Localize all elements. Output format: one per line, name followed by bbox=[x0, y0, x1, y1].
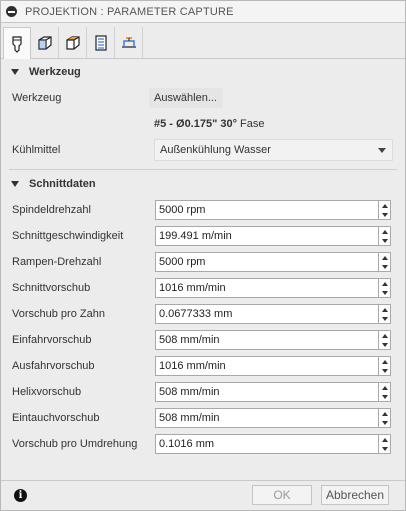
tool-description-row: #5 - Ø0.175" 30° Fase bbox=[1, 111, 405, 137]
spinner[interactable] bbox=[379, 408, 391, 428]
spin-down-icon[interactable] bbox=[379, 288, 390, 297]
spinner[interactable] bbox=[379, 278, 391, 298]
passes-sheet-icon bbox=[94, 34, 107, 51]
tab-geometry[interactable] bbox=[31, 27, 59, 58]
field-row: Schnittvorschub 1016 mm/min bbox=[1, 275, 405, 301]
field-row: Vorschub pro Zahn 0.0677333 mm bbox=[1, 301, 405, 327]
spinner[interactable] bbox=[379, 252, 391, 272]
dialog-footer: i OK Abbrechen bbox=[1, 480, 405, 510]
tool-icon bbox=[12, 35, 22, 53]
cancel-button[interactable]: Abbrechen bbox=[321, 485, 389, 505]
spinner[interactable] bbox=[379, 200, 391, 220]
linking-icon bbox=[121, 36, 136, 48]
field-label: Einfahrvorschub bbox=[12, 334, 92, 346]
expand-triangle-icon[interactable] bbox=[11, 181, 19, 187]
spin-up-icon[interactable] bbox=[379, 253, 390, 262]
spin-up-icon[interactable] bbox=[379, 331, 390, 340]
field-input[interactable]: 508 mm/min bbox=[155, 330, 379, 350]
field-input[interactable]: 508 mm/min bbox=[155, 382, 379, 402]
dialog-content: Werkzeug Werkzeug Auswählen... #5 - Ø0.1… bbox=[1, 62, 405, 457]
field-label: Spindeldrehzahl bbox=[12, 204, 91, 216]
dialog: PROJEKTION : PARAMETER CAPTURE Werkzeug … bbox=[0, 0, 406, 511]
tool-type: Fase bbox=[237, 118, 265, 130]
field-label: Schnittgeschwindigkeit bbox=[12, 230, 124, 242]
collapse-icon[interactable] bbox=[6, 6, 17, 17]
field-row: Vorschub pro Umdrehung 0.1016 mm bbox=[1, 431, 405, 457]
select-tool-button[interactable]: Auswählen... bbox=[149, 88, 223, 108]
spin-down-icon[interactable] bbox=[379, 392, 390, 401]
field-row: Schnittgeschwindigkeit 199.491 m/min bbox=[1, 223, 405, 249]
field-row: Eintauchvorschub 508 mm/min bbox=[1, 405, 405, 431]
spin-down-icon[interactable] bbox=[379, 210, 390, 219]
heights-cube-icon bbox=[65, 35, 80, 50]
info-icon[interactable]: i bbox=[14, 489, 27, 502]
field-row: Ausfahrvorschub 1016 mm/min bbox=[1, 353, 405, 379]
tool-label: Werkzeug bbox=[12, 92, 62, 104]
spin-down-icon[interactable] bbox=[379, 314, 390, 323]
field-input[interactable]: 508 mm/min bbox=[155, 408, 379, 428]
tab-passes[interactable] bbox=[87, 27, 115, 58]
section-title: Schnittdaten bbox=[29, 178, 96, 190]
field-row: Einfahrvorschub 508 mm/min bbox=[1, 327, 405, 353]
tool-row: Werkzeug Auswählen... bbox=[1, 85, 405, 111]
tab-bar bbox=[1, 23, 405, 59]
dropdown-arrow-icon bbox=[378, 148, 386, 153]
field-row: Rampen-Drehzahl 5000 rpm bbox=[1, 249, 405, 275]
spinner[interactable] bbox=[379, 304, 391, 324]
spin-up-icon[interactable] bbox=[379, 435, 390, 444]
spin-up-icon[interactable] bbox=[379, 383, 390, 392]
field-input[interactable]: 1016 mm/min bbox=[155, 356, 379, 376]
coolant-value: Außenkühlung Wasser bbox=[160, 144, 271, 156]
section-werkzeug[interactable]: Werkzeug bbox=[1, 62, 405, 82]
spin-down-icon[interactable] bbox=[379, 366, 390, 375]
window-title: PROJEKTION : PARAMETER CAPTURE bbox=[25, 5, 234, 18]
field-input[interactable]: 5000 rpm bbox=[155, 252, 379, 272]
section-schnittdaten[interactable]: Schnittdaten bbox=[1, 174, 405, 194]
spin-up-icon[interactable] bbox=[379, 227, 390, 236]
field-input[interactable]: 5000 rpm bbox=[155, 200, 379, 220]
tab-linking[interactable] bbox=[115, 27, 143, 58]
tool-description: #5 - Ø0.175" 30° Fase bbox=[154, 118, 265, 130]
field-label: Helixvorschub bbox=[12, 386, 82, 398]
field-input[interactable]: 0.1016 mm bbox=[155, 434, 379, 454]
spin-up-icon[interactable] bbox=[379, 305, 390, 314]
spinner[interactable] bbox=[379, 356, 391, 376]
field-input[interactable]: 0.0677333 mm bbox=[155, 304, 379, 324]
tab-tool[interactable] bbox=[3, 27, 31, 59]
coolant-label: Kühlmittel bbox=[12, 144, 61, 156]
divider bbox=[9, 169, 397, 170]
field-label: Rampen-Drehzahl bbox=[12, 256, 102, 268]
spin-up-icon[interactable] bbox=[379, 201, 390, 210]
field-row: Spindeldrehzahl 5000 rpm bbox=[1, 197, 405, 223]
tab-heights[interactable] bbox=[59, 27, 87, 58]
spin-down-icon[interactable] bbox=[379, 418, 390, 427]
spin-down-icon[interactable] bbox=[379, 236, 390, 245]
expand-triangle-icon[interactable] bbox=[11, 69, 19, 75]
spin-up-icon[interactable] bbox=[379, 357, 390, 366]
field-input[interactable]: 199.491 m/min bbox=[155, 226, 379, 246]
coolant-dropdown[interactable]: Außenkühlung Wasser bbox=[154, 139, 393, 161]
section-title: Werkzeug bbox=[29, 66, 81, 78]
ok-button[interactable]: OK bbox=[252, 485, 312, 505]
spin-down-icon[interactable] bbox=[379, 444, 390, 453]
spinner[interactable] bbox=[379, 382, 391, 402]
tool-number: #5 - Ø0.175" 30° bbox=[154, 118, 237, 130]
field-label: Vorschub pro Zahn bbox=[12, 308, 105, 320]
field-label: Schnittvorschub bbox=[12, 282, 91, 294]
spinner[interactable] bbox=[379, 226, 391, 246]
spin-up-icon[interactable] bbox=[379, 279, 390, 288]
title-bar: PROJEKTION : PARAMETER CAPTURE bbox=[1, 1, 405, 23]
spin-down-icon[interactable] bbox=[379, 262, 390, 271]
field-label: Ausfahrvorschub bbox=[12, 360, 95, 372]
field-label: Vorschub pro Umdrehung bbox=[12, 438, 138, 450]
field-label: Eintauchvorschub bbox=[12, 412, 100, 424]
spin-down-icon[interactable] bbox=[379, 340, 390, 349]
geometry-cube-icon bbox=[37, 35, 52, 50]
spinner[interactable] bbox=[379, 330, 391, 350]
spin-up-icon[interactable] bbox=[379, 409, 390, 418]
spinner[interactable] bbox=[379, 434, 391, 454]
field-row: Helixvorschub 508 mm/min bbox=[1, 379, 405, 405]
coolant-row: Kühlmittel Außenkühlung Wasser bbox=[1, 137, 405, 163]
field-input[interactable]: 1016 mm/min bbox=[155, 278, 379, 298]
